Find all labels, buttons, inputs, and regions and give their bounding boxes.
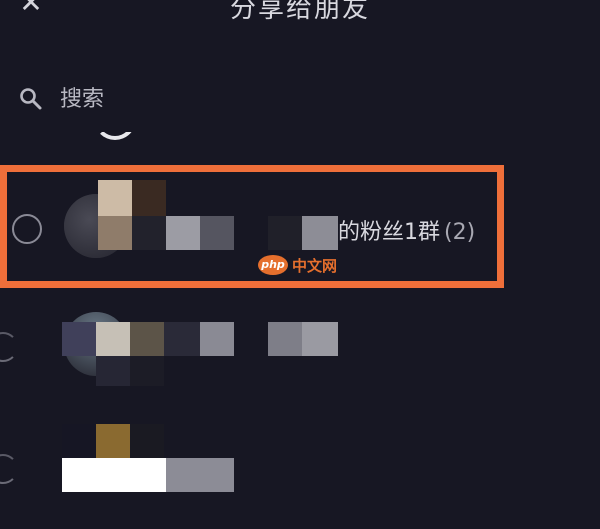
pixelated-avatar <box>62 424 96 458</box>
avatar <box>94 132 136 148</box>
pixelated-image <box>98 180 132 216</box>
watermark: php 中文网 <box>258 254 337 276</box>
pixelated-name <box>62 322 96 356</box>
share-to-friends-screen: ✕ 分享给朋友 的粉丝1群(2) php 中文网 <box>0 0 600 529</box>
header-bar: ✕ 分享给朋友 <box>0 0 600 30</box>
contact-row[interactable] <box>0 300 600 400</box>
search-icon <box>20 88 42 110</box>
search-input[interactable] <box>58 80 462 118</box>
radio-unchecked-icon[interactable] <box>0 454 18 484</box>
contact-row[interactable] <box>0 420 600 529</box>
member-count: (2) <box>444 220 476 245</box>
contact-name-text: 的粉丝1群 <box>338 220 440 245</box>
watermark-text: 中文网 <box>292 256 338 275</box>
watermark-logo: php <box>258 255 288 275</box>
page-title: 分享给朋友 <box>229 0 370 24</box>
search-bar[interactable] <box>0 62 600 132</box>
radio-unchecked-icon[interactable] <box>12 214 42 244</box>
radio-unchecked-icon[interactable] <box>0 332 18 362</box>
pixelated-name <box>62 458 166 492</box>
contact-name: 的粉丝1群 (2) <box>338 214 475 246</box>
